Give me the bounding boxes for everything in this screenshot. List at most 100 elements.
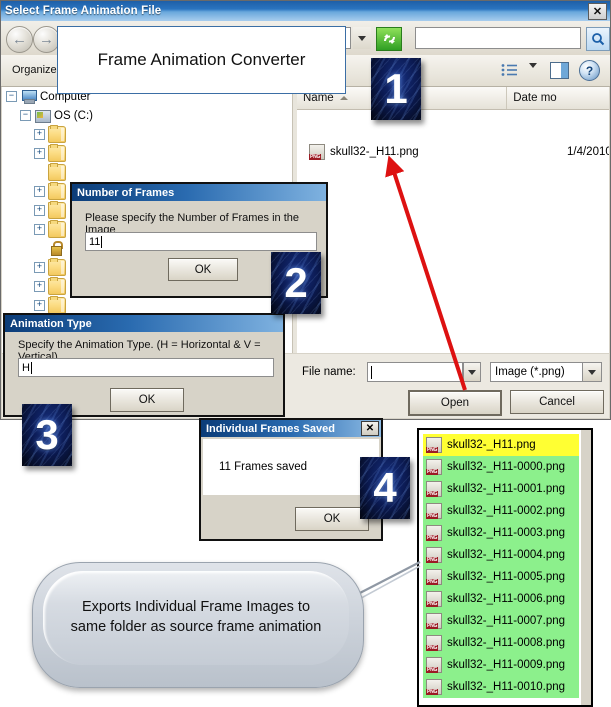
file-type-filter-combo[interactable]: Image (*.png) bbox=[490, 362, 602, 382]
column-header-date[interactable]: Date mo bbox=[507, 87, 609, 109]
folder-icon bbox=[48, 258, 66, 276]
exported-file-row[interactable]: skull32-_H11-0005.png bbox=[423, 566, 579, 588]
drive-badge bbox=[37, 112, 43, 118]
animation-type-input[interactable]: H bbox=[18, 358, 274, 377]
chevron-down-icon bbox=[468, 369, 476, 375]
text-caret bbox=[371, 366, 372, 379]
exported-files-list: skull32-_H11.png skull32-_H11-0000.pngsku… bbox=[423, 434, 579, 705]
step-badge-4: 4 bbox=[360, 457, 410, 519]
expand-icon[interactable]: + bbox=[34, 148, 45, 159]
tree-node[interactable] bbox=[2, 163, 292, 182]
organize-button[interactable]: Organize bbox=[7, 62, 62, 78]
png-file-icon bbox=[309, 144, 325, 160]
dialog-titlebar: Individual Frames Saved ✕ bbox=[201, 420, 381, 437]
dialog-titlebar: Animation Type bbox=[5, 315, 283, 332]
exported-file-row[interactable]: skull32-_H11-0006.png bbox=[423, 588, 579, 610]
number-of-frames-ok-button[interactable]: OK bbox=[168, 258, 238, 281]
folder-icon bbox=[48, 182, 66, 200]
filename-dropdown-icon[interactable] bbox=[463, 362, 481, 382]
close-icon[interactable]: ✕ bbox=[588, 3, 607, 20]
filename-label: File name: bbox=[302, 366, 356, 378]
frames-count-input[interactable]: 11 bbox=[85, 232, 317, 251]
expand-icon[interactable]: + bbox=[34, 205, 45, 216]
step-badge-2: 2 bbox=[271, 252, 321, 314]
exported-file-row[interactable]: skull32-_H11-0009.png bbox=[423, 654, 579, 676]
frames-saved-message: 11 Frames saved bbox=[203, 439, 379, 495]
frames-saved-ok-button[interactable]: OK bbox=[295, 507, 369, 531]
text-caret bbox=[101, 235, 103, 248]
frames-count-value: 11 bbox=[89, 235, 101, 248]
file-type-filter-value: Image (*.png) bbox=[495, 366, 565, 378]
tree-node[interactable]: + bbox=[2, 144, 292, 163]
exported-file-name: skull32-_H11-0004.png bbox=[447, 549, 566, 561]
animation-type-ok-button[interactable]: OK bbox=[110, 388, 184, 412]
locked-folder-icon bbox=[48, 241, 64, 256]
folder-icon bbox=[48, 277, 66, 295]
png-file-icon bbox=[426, 657, 442, 673]
export-description-text: Exports Individual Frame Images to same … bbox=[43, 571, 349, 665]
filename-input[interactable] bbox=[367, 362, 463, 382]
callout-tail bbox=[353, 561, 421, 603]
chevron-down-icon bbox=[588, 369, 596, 375]
exported-file-row[interactable]: skull32-_H11-0002.png bbox=[423, 500, 579, 522]
chevron-down-icon bbox=[529, 63, 537, 80]
search-input[interactable] bbox=[415, 27, 581, 49]
help-icon[interactable]: ? bbox=[579, 60, 600, 81]
column-header-date-label: Date mo bbox=[513, 92, 557, 104]
exported-file-name: skull32-_H11-0002.png bbox=[447, 505, 566, 517]
exported-file-name: skull32-_H11-0005.png bbox=[447, 571, 566, 583]
expand-icon[interactable]: + bbox=[34, 262, 45, 273]
text-caret bbox=[30, 361, 32, 374]
expand-icon[interactable]: + bbox=[34, 224, 45, 235]
file-list-row[interactable]: skull32-_H11.png 1/4/2010 bbox=[297, 141, 609, 163]
exported-file-row[interactable]: skull32-_H11-0010.png bbox=[423, 676, 579, 698]
views-list-icon[interactable] bbox=[501, 63, 518, 77]
preview-pane-left bbox=[551, 63, 562, 78]
tree-node[interactable]: − OS (C:) bbox=[2, 106, 292, 125]
exported-file-row[interactable]: skull32-_H11-0008.png bbox=[423, 632, 579, 654]
exported-file-row[interactable]: skull32-_H11-0003.png bbox=[423, 522, 579, 544]
forward-glyph: → bbox=[39, 31, 54, 48]
sort-ascending-icon bbox=[339, 96, 348, 100]
exported-file-row[interactable]: skull32-_H11-0007.png bbox=[423, 610, 579, 632]
forward-arrow-icon[interactable]: → bbox=[33, 26, 60, 53]
png-file-icon bbox=[426, 437, 442, 453]
expand-icon[interactable]: + bbox=[34, 129, 45, 140]
exported-file-name: skull32-_H11-0008.png bbox=[447, 637, 566, 649]
png-file-icon bbox=[426, 459, 442, 475]
animation-type-value: H bbox=[22, 361, 30, 374]
file-name: skull32-_H11.png bbox=[330, 146, 419, 158]
address-dropdown-icon[interactable] bbox=[353, 27, 371, 49]
tree-node[interactable]: + bbox=[2, 125, 292, 144]
collapse-icon[interactable]: − bbox=[20, 110, 31, 121]
png-file-icon bbox=[426, 525, 442, 541]
file-type-filter-dropdown-icon[interactable] bbox=[582, 363, 601, 381]
computer-icon bbox=[20, 89, 37, 104]
folder-icon bbox=[48, 201, 66, 219]
folder-icon bbox=[48, 125, 66, 143]
png-file-icon bbox=[426, 635, 442, 651]
drive-icon bbox=[34, 108, 51, 123]
collapse-icon[interactable]: − bbox=[6, 91, 17, 102]
png-file-icon bbox=[426, 679, 442, 695]
dialog-titlebar: Number of Frames bbox=[72, 184, 326, 201]
back-arrow-icon[interactable]: ← bbox=[6, 26, 33, 53]
search-icon[interactable] bbox=[586, 27, 610, 51]
exported-file-row[interactable]: skull32-_H11-0000.png bbox=[423, 456, 579, 478]
expand-icon[interactable]: + bbox=[34, 281, 45, 292]
views-dropdown-icon[interactable] bbox=[529, 63, 537, 80]
file-list-pane: Name Date mo skull32-_H11.png1/4/2010 bbox=[297, 87, 609, 353]
exported-file-row[interactable]: skull32-_H11-0001.png bbox=[423, 478, 579, 500]
cancel-button[interactable]: Cancel bbox=[510, 390, 604, 414]
exported-file-row[interactable]: skull32-_H11.png bbox=[423, 434, 579, 456]
refresh-icon[interactable] bbox=[376, 27, 402, 51]
expand-icon[interactable]: + bbox=[34, 300, 45, 311]
open-button[interactable]: Open bbox=[408, 390, 502, 416]
exported-files-scrollbar[interactable] bbox=[581, 430, 591, 705]
preview-pane-icon[interactable] bbox=[550, 62, 569, 79]
close-icon[interactable]: ✕ bbox=[361, 421, 379, 436]
expand-icon[interactable]: + bbox=[34, 186, 45, 197]
exported-file-row[interactable]: skull32-_H11-0004.png bbox=[423, 544, 579, 566]
monitor-base bbox=[24, 99, 35, 104]
png-file-icon bbox=[426, 481, 442, 497]
